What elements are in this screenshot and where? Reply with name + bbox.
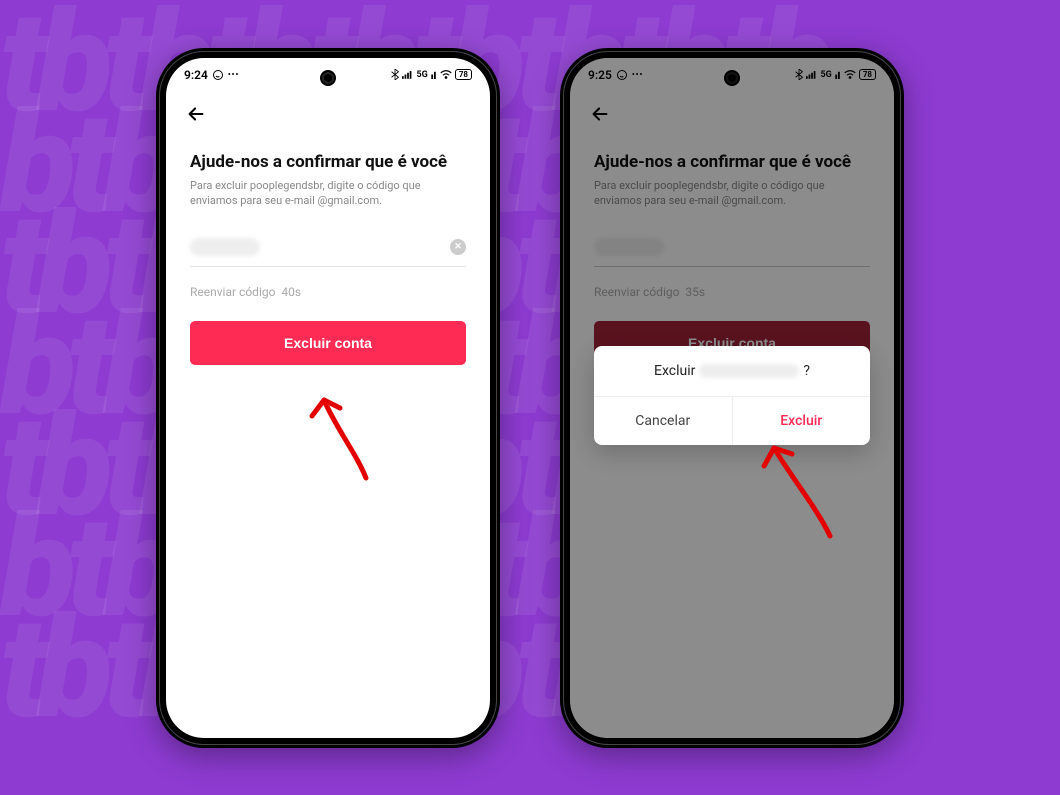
wifi-icon [440,70,452,79]
annotation-arrow-icon [296,378,386,488]
phone-frame-left: 9:24 ••• 5G 78 [156,48,500,748]
signal2-icon [431,70,437,79]
blurred-username [699,364,799,378]
resend-code: Reenviar código 40s [190,285,466,299]
page-subtitle: Para excluir pooplegendsbr, digite o cód… [190,178,466,209]
dialog-cancel-button[interactable]: Cancelar [594,397,733,445]
delete-account-button[interactable]: Excluir conta [190,321,466,365]
signal-icon [402,70,414,79]
dialog-delete-button[interactable]: Excluir [733,397,871,445]
confirm-delete-dialog: Excluir ? Cancelar Excluir [594,346,870,445]
dialog-title: Excluir ? [594,346,870,396]
phone-frame-right: 9:25 ••• 5G 78 [560,48,904,748]
code-input[interactable] [190,234,466,267]
front-camera-icon [322,72,334,84]
network-label: 5G [417,70,428,80]
page-title: Ajude-nos a confirmar que é você [190,152,466,172]
status-time: 9:24 [184,68,208,82]
back-arrow-icon [185,103,207,125]
resend-timer: 40s [281,285,301,299]
nav-bar [166,92,490,136]
more-icon: ••• [228,70,240,79]
battery-icon: 78 [455,69,472,80]
bluetooth-icon [391,69,399,80]
blurred-code-value [190,238,260,256]
whatsapp-icon [212,69,224,81]
clear-input-icon[interactable] [450,239,466,255]
back-button[interactable] [178,96,214,132]
